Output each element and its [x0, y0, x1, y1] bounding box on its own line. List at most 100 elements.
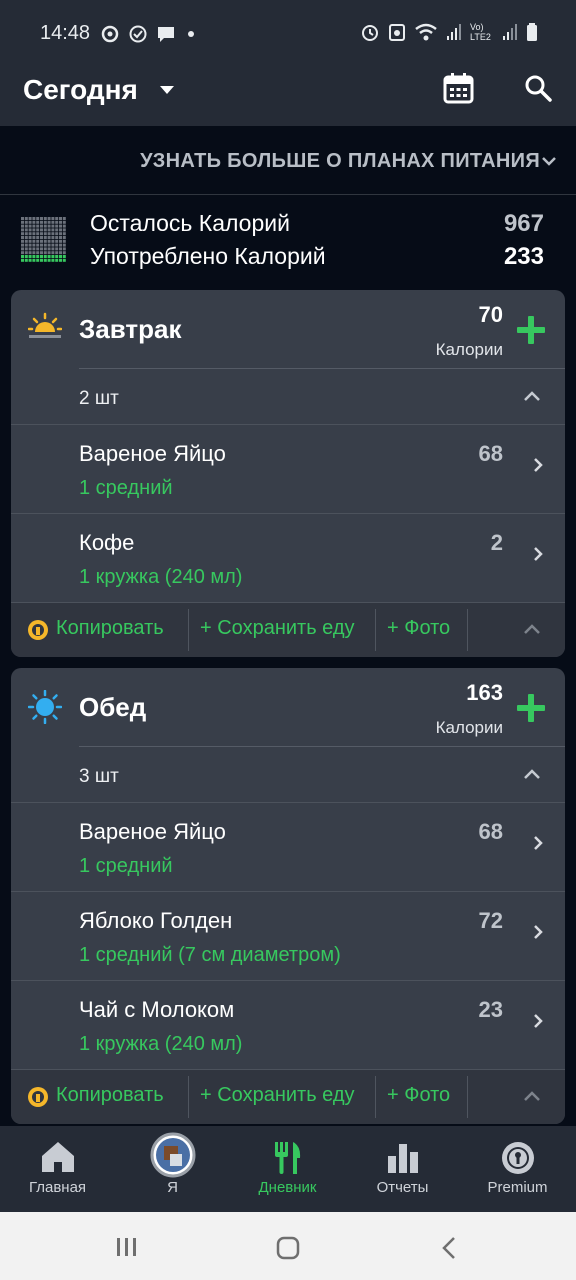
chevron-right-icon: [534, 925, 543, 939]
collapse-actions-icon[interactable]: [523, 1090, 541, 1102]
food-item[interactable]: Чай с Молоком 1 кружка (240 мл) 23: [11, 980, 565, 1069]
meal-plans-label[interactable]: УЗНАТЬ БОЛЬШЕ О ПЛАНАХ ПИТАНИЯ: [140, 150, 540, 173]
premium-lock-icon: [28, 1087, 48, 1107]
bar-chart-icon: [387, 1144, 418, 1173]
calorie-grid-icon: [21, 217, 66, 262]
meal-card-lunch: Обед 163 Калории 3 шт Вареное Яйцо 1 сре…: [11, 668, 565, 1124]
consumed-calories-value: 233: [503, 243, 544, 270]
divider: [467, 609, 468, 651]
battery-icon: [527, 23, 537, 41]
food-name: Кофе: [79, 530, 135, 555]
chevron-right-icon: [534, 458, 543, 472]
status-time: 14:48: [40, 22, 91, 44]
chevron-right-icon: [534, 836, 543, 850]
nav-label: Дневник: [258, 1179, 317, 1196]
copy-button[interactable]: Копировать: [56, 617, 164, 640]
food-item[interactable]: Кофе 1 кружка (240 мл) 2: [11, 513, 565, 602]
premium-badge-icon: [501, 1142, 534, 1174]
nav-label: Premium: [487, 1179, 548, 1196]
recycle-icon: [389, 24, 405, 41]
collapse-chevron-icon[interactable]: [523, 768, 541, 780]
divider: [79, 368, 565, 369]
recent-apps-icon[interactable]: [114, 1236, 140, 1258]
home-button-icon[interactable]: [276, 1236, 300, 1260]
food-calories: 72: [478, 908, 503, 933]
meal-calories: 70: [478, 302, 503, 327]
wifi-icon: [415, 23, 437, 41]
chat-icon: [158, 27, 174, 42]
food-item[interactable]: Яблоко Голден 1 средний (7 см диаметром)…: [11, 891, 565, 980]
meal-calories: 163: [466, 680, 503, 705]
nav-home[interactable]: Главная: [0, 1126, 115, 1212]
copy-button[interactable]: Копировать: [56, 1084, 164, 1107]
food-portion: 1 кружка (240 мл): [79, 566, 243, 588]
food-portion: 1 кружка (240 мл): [79, 1033, 243, 1055]
nav-premium[interactable]: Premium: [460, 1126, 575, 1212]
nav-diary[interactable]: Дневник: [230, 1126, 345, 1212]
remaining-calories-label: Осталось Калорий: [90, 210, 290, 236]
meal-card-breakfast: Завтрак 70 Калории 2 шт Вареное Яйцо 1 с…: [11, 290, 565, 657]
premium-lock-icon: [28, 620, 48, 640]
item-count: 2 шт: [79, 388, 119, 409]
food-name: Вареное Яйцо: [79, 441, 226, 466]
status-right-icons: Vo) LTE2: [360, 22, 538, 42]
sunrise-icon: [28, 312, 62, 338]
add-food-icon[interactable]: [515, 314, 547, 346]
collapse-actions-icon[interactable]: [523, 623, 541, 635]
back-icon[interactable]: [440, 1236, 458, 1260]
system-navigation-bar: [0, 1212, 576, 1280]
remaining-calories-value: 967: [503, 210, 544, 237]
sync-icon: [101, 25, 119, 43]
meal-title[interactable]: Обед: [79, 692, 146, 723]
divider: [79, 746, 565, 747]
meal-plans-banner[interactable]: УЗНАТЬ БОЛЬШЕ О ПЛАНАХ ПИТАНИЯ: [0, 126, 576, 195]
food-name: Яблоко Голден: [79, 908, 233, 933]
meal-actions-bar: Копировать + Сохранить еду + Фото: [11, 602, 565, 657]
volte-label: Vo) LTE2: [470, 22, 491, 42]
food-item[interactable]: Вареное Яйцо 1 средний 68: [11, 424, 565, 513]
signal-2-icon: [503, 24, 517, 40]
caret-down-icon[interactable]: [158, 84, 176, 96]
nav-label: Я: [167, 1179, 178, 1196]
save-meal-button[interactable]: + Сохранить еду: [200, 617, 355, 640]
calorie-summary[interactable]: Осталось Калорий 967 Употреблено Калорий…: [0, 195, 576, 285]
signal-icon: [447, 24, 461, 40]
food-calories: 23: [478, 997, 503, 1022]
search-icon[interactable]: [524, 74, 552, 102]
alarm-icon: [362, 25, 378, 41]
food-portion: 1 средний: [79, 855, 173, 877]
food-calories: 2: [490, 530, 503, 555]
sun-icon: [28, 690, 62, 724]
status-bar: 14:48 Vo) LTE2: [0, 0, 576, 50]
photo-button[interactable]: + Фото: [387, 617, 450, 640]
food-calories: 68: [478, 441, 503, 466]
food-item[interactable]: Вареное Яйцо 1 средний 68: [11, 802, 565, 891]
food-name: Вареное Яйцо: [79, 819, 226, 844]
divider: [467, 1076, 468, 1118]
page-title[interactable]: Сегодня: [23, 74, 138, 106]
meal-calories-label: Калории: [435, 340, 503, 359]
nav-me[interactable]: Я: [115, 1126, 230, 1212]
consumed-calories-label: Употреблено Калорий: [90, 243, 326, 269]
nav-label: Главная: [28, 1179, 87, 1196]
save-meal-button[interactable]: + Сохранить еду: [200, 1084, 355, 1107]
add-food-icon[interactable]: [515, 692, 547, 724]
food-portion: 1 средний (7 см диаметром): [79, 944, 341, 966]
app-bar: Сегодня: [0, 50, 576, 126]
divider: [188, 1076, 189, 1118]
photo-button[interactable]: + Фото: [387, 1084, 450, 1107]
meal-calories-label: Калории: [435, 718, 503, 737]
status-left-icons: [100, 24, 198, 44]
chevron-down-icon[interactable]: [542, 156, 556, 166]
divider: [375, 1076, 376, 1118]
nav-reports[interactable]: Отчеты: [345, 1126, 460, 1212]
calendar-icon[interactable]: [443, 72, 474, 104]
collapse-chevron-icon[interactable]: [523, 390, 541, 402]
divider: [375, 609, 376, 651]
home-icon: [41, 1142, 74, 1172]
avatar-icon: [150, 1132, 195, 1178]
food-name: Чай с Молоком: [79, 997, 235, 1022]
meal-title[interactable]: Завтрак: [79, 314, 181, 345]
food-calories: 68: [478, 819, 503, 844]
chevron-right-icon: [534, 1014, 543, 1028]
